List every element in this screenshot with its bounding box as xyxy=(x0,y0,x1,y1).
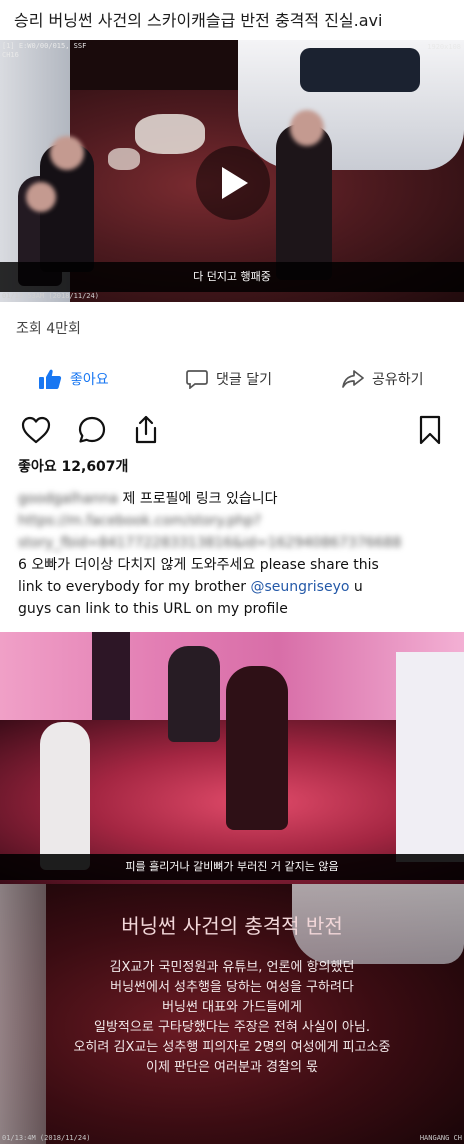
view-count: 조회 4만회 xyxy=(16,321,81,337)
blurred-face xyxy=(26,182,56,212)
comment-icon xyxy=(186,370,208,389)
share-button[interactable]: 공유하기 xyxy=(342,367,424,391)
summary-line: 오히려 김X교는 성추행 피의자로 2명의 여성에게 피고소중 xyxy=(73,1040,391,1055)
summary-body: 김X교가 국민정원과 유튜브, 언론에 항의했던 버닝썬에서 성추행을 당하는 … xyxy=(0,958,464,1078)
summary-line: 김X교가 국민정원과 유튜브, 언론에 항의했던 xyxy=(109,960,355,975)
image-person xyxy=(40,722,90,870)
summary-line: 버닝썬 대표와 가드들에게 xyxy=(162,1000,302,1015)
hallway-door xyxy=(92,632,130,720)
comment-label: 댓글 달기 xyxy=(216,372,272,388)
caption-link[interactable]: story_fbid=841772283313816&id=1629408673… xyxy=(18,532,450,554)
video-frame-debris xyxy=(135,114,205,154)
caption-text: u xyxy=(349,579,363,595)
comment-button[interactable]: 댓글 달기 xyxy=(186,367,272,391)
caption-mention[interactable]: @seungriseyo xyxy=(251,579,350,595)
post-title: 승리 버닝썬 사건의 스카이캐슬급 반전 충격적 진실.avi xyxy=(14,11,383,30)
caption-line: link to everybody for my brother @seungr… xyxy=(18,576,450,598)
caption-username[interactable]: goodgalhanna xyxy=(18,491,118,507)
cctv-timestamp: 01/13:4M (2018/11/24) xyxy=(2,1134,91,1142)
comment-bubble-icon[interactable] xyxy=(76,414,108,446)
cctv-timestamp: 01/13:53AM (2018/11/24) xyxy=(2,292,99,300)
cctv-image-hallway: 피를 흘리거나 갈비뼈가 부러진 거 같지는 않음 xyxy=(0,632,464,884)
caption-text: link to everybody for my brother xyxy=(18,579,251,595)
cctv-image-summary: 버닝썬 사건의 충격적 반전 김X교가 국민정원과 유튜브, 언론에 항의했던 … xyxy=(0,884,464,1144)
share-label: 공유하기 xyxy=(372,372,424,388)
cctv-channel-number: CH16 xyxy=(2,51,19,59)
image-subtitle: 피를 흘리거나 갈비뼈가 부러진 거 같지는 않음 xyxy=(0,854,464,880)
caption-text: guys can link to this URL on my profile xyxy=(18,601,288,617)
play-button[interactable] xyxy=(196,146,270,220)
instagram-action-bar xyxy=(0,410,464,450)
video-frame-car-window xyxy=(300,48,420,92)
caption-text: 6 오빠가 더이상 다치지 않게 도와주세요 please share this xyxy=(18,557,379,573)
video-person-right xyxy=(276,124,332,280)
caption-text: 제 프로필에 링크 있습니다 xyxy=(122,491,278,507)
video-frame-debris-small xyxy=(108,148,140,170)
blurred-face xyxy=(290,110,324,146)
cctv-channel-info: [1] E:W0/00/015, SSF xyxy=(2,42,87,50)
like-button[interactable]: 좋아요 xyxy=(38,367,109,391)
heart-icon[interactable] xyxy=(20,414,52,446)
post-caption: goodgalhanna 제 프로필에 링크 있습니다 https://m.fa… xyxy=(18,488,450,620)
thumbs-up-icon xyxy=(39,369,62,389)
share-upload-icon[interactable] xyxy=(130,414,162,446)
play-icon xyxy=(222,167,248,199)
hallway-pillar xyxy=(396,652,464,862)
summary-line: 버닝썬에서 성추행을 당하는 여성을 구하려다 xyxy=(110,980,354,995)
summary-heading: 버닝썬 사건의 충격적 반전 xyxy=(121,914,343,938)
image-person xyxy=(226,666,288,830)
post-action-bar: 좋아요 댓글 달기 공유하기 xyxy=(0,357,464,401)
share-icon xyxy=(342,370,364,388)
summary-line: 일방적으로 구타당했다는 주장은 전혀 사실이 아님. xyxy=(94,1020,370,1035)
summary-line: 이제 판단은 여러분과 경찰의 몫 xyxy=(145,1060,318,1075)
cctv-channel-label: HANGANG CH xyxy=(419,1134,462,1142)
like-count: 좋아요 12,607개 xyxy=(18,459,129,475)
like-label: 좋아요 xyxy=(70,372,109,388)
video-player[interactable]: [1] E:W0/00/015, SSF CH16 1920x108 01/13… xyxy=(0,40,464,302)
image-person xyxy=(168,646,220,742)
bookmark-icon[interactable] xyxy=(414,414,446,446)
caption-line: goodgalhanna 제 프로필에 링크 있습니다 xyxy=(18,488,450,510)
blurred-face xyxy=(50,136,84,170)
cctv-resolution: 1920x108 xyxy=(427,43,461,51)
video-subtitle: 다 던지고 행패중 xyxy=(0,262,464,292)
caption-link[interactable]: https://m.facebook.com/story.php? xyxy=(18,510,450,532)
cctv-overlay-top-left: [1] E:W0/00/015, SSF CH16 xyxy=(2,42,86,60)
